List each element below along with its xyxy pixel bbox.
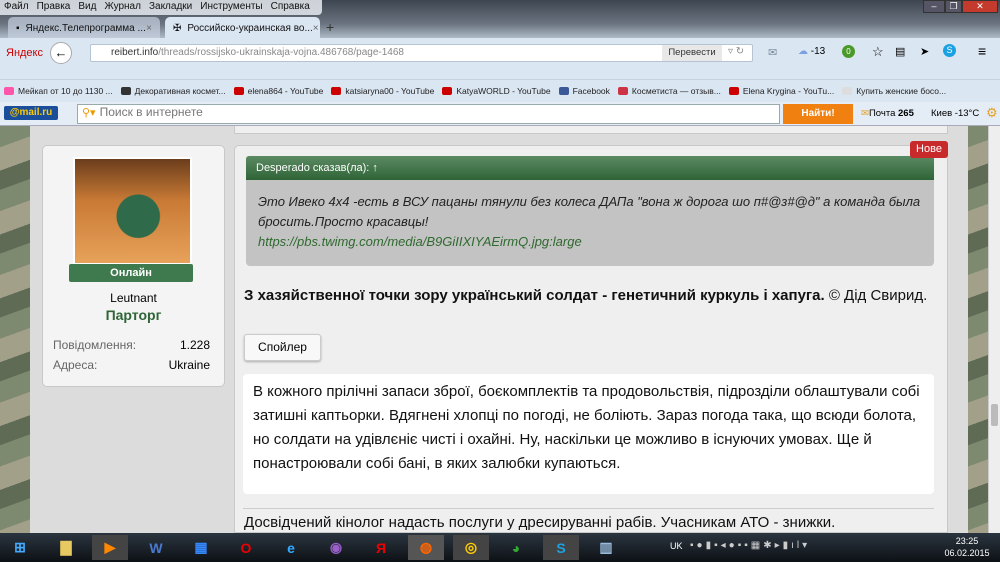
search-icon: ⚲▾	[82, 107, 96, 119]
close-tab-icon[interactable]: ×	[313, 23, 319, 34]
scrollbar-thumb[interactable]	[991, 404, 998, 426]
search-input[interactable]: ⚲▾ Поиск в интернете	[77, 104, 780, 124]
youtube-icon	[442, 87, 453, 95]
bookmark[interactable]: katsiaryna00 - YouTube	[331, 86, 434, 96]
cosmetista-icon	[617, 87, 628, 95]
minimize-button[interactable]: –	[923, 0, 945, 13]
scrollbar[interactable]	[988, 126, 1000, 533]
weather-widget[interactable]: ☁ -13	[798, 46, 825, 57]
new-tab-button[interactable]: +	[326, 19, 334, 35]
flower-icon	[4, 87, 14, 95]
weather-city: Киев -13°C	[931, 108, 980, 119]
skype-icon[interactable]: S	[943, 44, 956, 57]
reload-icon[interactable]: ▿ ↻	[728, 46, 744, 57]
cross-icon: ✠	[173, 22, 182, 34]
yandex-logo: Яндекс	[6, 47, 43, 59]
bookmark[interactable]: Facebook	[558, 86, 610, 96]
menu-file[interactable]: Файл	[4, 0, 29, 15]
tv-icon: ▪	[16, 22, 20, 34]
previous-post-edge	[234, 126, 948, 134]
menu-tools[interactable]: Инструменты	[200, 0, 262, 15]
menu-bookmarks[interactable]: Закладки	[149, 0, 192, 15]
signature: Досвідчений кінолог надасть послуги у др…	[244, 514, 836, 531]
tab-reibert[interactable]: ✠ Российско-украинская во... ×	[165, 17, 320, 39]
word-icon[interactable]: W	[138, 535, 174, 560]
bookmark[interactable]: Elena Krygina - YouTu...	[728, 86, 834, 96]
posts-label: Повідомлення:	[53, 338, 137, 352]
quote-header[interactable]: Desperado сказав(ла): ↑	[246, 156, 934, 180]
bookmarks-bar: Мейкап от 10 до 1130 ... Декоративная ко…	[0, 80, 1000, 102]
mail-link[interactable]: ✉Почта 265	[861, 108, 914, 119]
clipboard-icon[interactable]: ▤	[895, 45, 905, 58]
menu-help[interactable]: Справка	[271, 0, 310, 15]
menu-history[interactable]: Журнал	[104, 0, 141, 15]
address-value: Ukraine	[168, 358, 210, 372]
spoiler-content: В кожного прілічні запаси зброї, боєкомп…	[243, 374, 934, 494]
opera-icon[interactable]: O	[228, 535, 264, 560]
skype-taskbar-icon[interactable]: S	[543, 535, 579, 560]
maximize-button[interactable]: ❐	[945, 0, 962, 13]
gear-icon[interactable]: ⚙	[986, 105, 998, 121]
bookmark[interactable]: KatyaWORLD - YouTube	[442, 86, 551, 96]
yandex-browser-icon[interactable]: Я	[363, 535, 399, 560]
par-icon	[842, 87, 853, 95]
facebook-icon	[558, 87, 569, 95]
search-button[interactable]: Найти!	[783, 104, 853, 124]
menu-edit[interactable]: Правка	[37, 0, 71, 15]
background-camo	[968, 126, 988, 533]
language-indicator[interactable]: UK	[670, 541, 683, 551]
mail-icon[interactable]: ✉	[768, 46, 777, 59]
quote-body: Это Ивеко 4х4 -есть в ВСУ пацаны тянули …	[246, 180, 934, 266]
mailru-logo[interactable]: @mail.ru	[4, 106, 58, 120]
translate-button[interactable]: Перевести	[662, 45, 722, 61]
start-button[interactable]: ⊞	[2, 535, 38, 560]
menu-bar: Файл Правка Вид Журнал Закладки Инструменты Сп…	[0, 0, 322, 15]
cloud-icon: ☁	[798, 46, 808, 57]
new-badge: Нове	[910, 141, 948, 158]
youtube-icon	[331, 87, 342, 95]
ie-icon[interactable]: e	[273, 535, 309, 560]
send-icon[interactable]: ➤	[920, 45, 929, 58]
tray-icons[interactable]: ▪●▮▪◂●▪▪▦✱▸▮ıl▾	[690, 540, 810, 551]
star-icon[interactable]: ☆	[872, 44, 884, 60]
firefox-icon[interactable]: ◍	[408, 535, 444, 560]
badge-counter[interactable]: 0	[842, 45, 855, 58]
explorer-icon[interactable]: ▇	[48, 535, 84, 560]
online-status: Онлайн	[69, 264, 193, 282]
username[interactable]: Leutnant	[42, 291, 225, 305]
menu-view[interactable]: Вид	[78, 0, 96, 15]
bookmark[interactable]: Косметиста — отзыв...	[617, 86, 721, 96]
youtube-icon	[728, 87, 739, 95]
user-avatar[interactable]	[73, 157, 192, 265]
close-tab-icon[interactable]: ×	[146, 23, 152, 34]
spoiler-button[interactable]: Спойлер	[244, 334, 321, 361]
youtube-icon	[233, 87, 244, 95]
bookmark[interactable]: Декоративная космет...	[120, 86, 226, 96]
tab-yandex-tv[interactable]: ▪ Яндекс.Телепрограмма ... ×	[8, 17, 160, 39]
background-camo	[0, 126, 30, 533]
app-icon[interactable]: ◎	[453, 535, 489, 560]
clock[interactable]: 23:25 06.02.2015	[942, 535, 992, 559]
url-bar[interactable]: reibert.info/threads/rossijsko-ukrainska…	[90, 44, 753, 62]
back-button[interactable]: ←	[50, 42, 72, 64]
bookmark[interactable]: Мейкап от 10 до 1130 ...	[4, 86, 113, 96]
calculator-icon[interactable]: ▥	[588, 535, 624, 560]
media-player-icon[interactable]: ▶	[92, 535, 128, 560]
viber-icon[interactable]: ◉	[318, 535, 354, 560]
bookmark[interactable]: Купить женские босо...	[842, 86, 946, 96]
posts-count: 1.228	[179, 338, 210, 352]
chrome-icon[interactable]: ◕	[498, 535, 534, 560]
equalizer-icon[interactable]: ▦	[183, 535, 219, 560]
close-window-button[interactable]: ✕	[962, 0, 998, 13]
envelope-icon: ✉	[861, 108, 869, 119]
divider	[243, 508, 934, 509]
quote-link[interactable]: https://pbs.twimg.com/media/B9GiIIXIYAEi…	[258, 234, 582, 249]
user-title: Парторг	[105, 307, 162, 323]
address-label: Адреса:	[53, 358, 98, 372]
hamburger-menu-icon[interactable]: ≡	[978, 43, 986, 59]
bookmark[interactable]: elena864 - YouTube	[233, 86, 323, 96]
cosmetics-icon	[120, 87, 131, 95]
post-headline: З хазяйственної точки зору український с…	[244, 287, 928, 304]
